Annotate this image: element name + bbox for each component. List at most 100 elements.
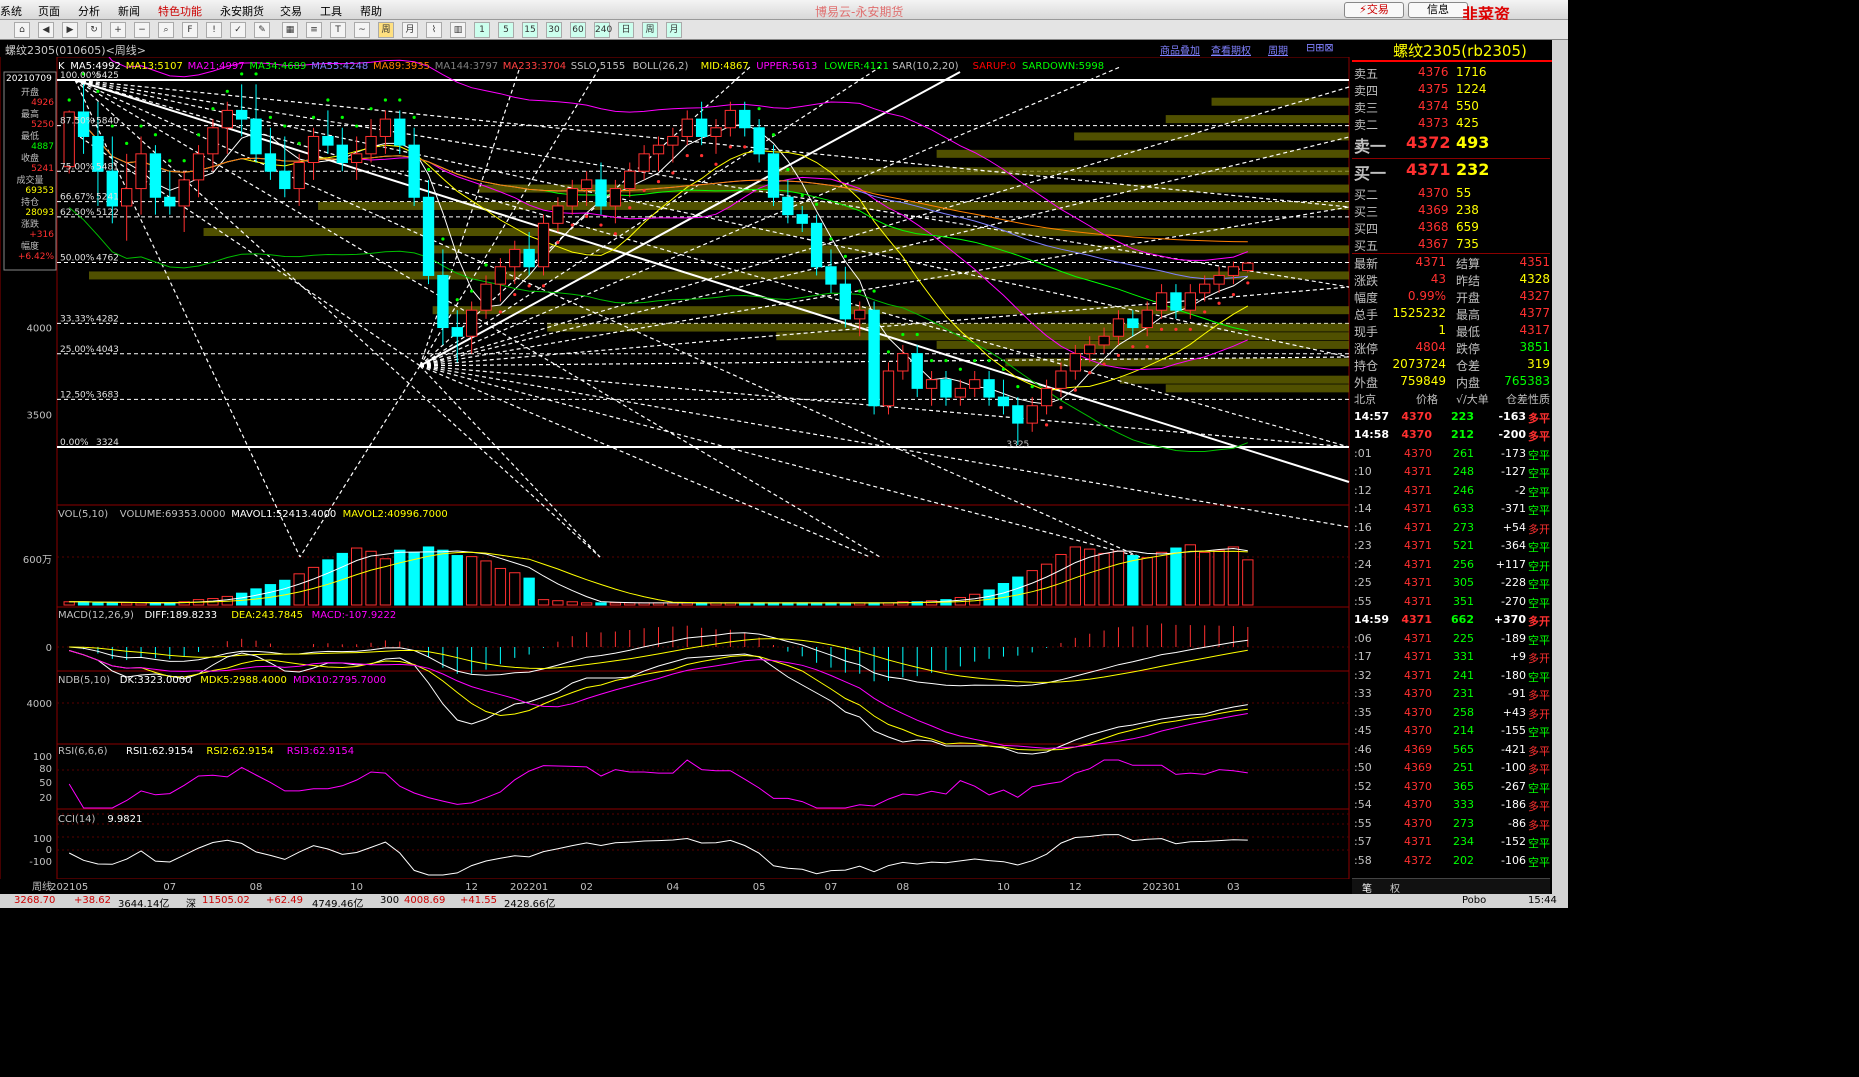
tick-oi-change: -86	[1508, 816, 1526, 830]
minute-icon[interactable]: ~	[354, 22, 370, 38]
trade-button[interactable]: ⚡交易	[1344, 2, 1404, 18]
volume-bar	[1055, 553, 1067, 606]
sar-dot	[843, 254, 847, 258]
cursor-icon[interactable]: ✓	[230, 22, 246, 38]
rsi-header-2: RSI2:62.9154	[206, 746, 273, 757]
ndb-header-1: DK:3323.0000	[120, 675, 192, 686]
tick-icon[interactable]: T	[330, 22, 346, 38]
candle-body	[566, 188, 578, 207]
sar-dot	[67, 98, 71, 102]
stat-label-2: 最高	[1456, 308, 1481, 322]
candle-body	[1213, 274, 1225, 285]
alert-icon[interactable]: !	[206, 22, 222, 38]
sar-dot	[182, 159, 186, 163]
zoom-in-icon[interactable]: +	[110, 22, 126, 38]
ask-price: 4375	[1418, 82, 1449, 96]
sar-dot	[125, 141, 129, 146]
options-link[interactable]: 查看期权	[1211, 42, 1251, 57]
menu-features[interactable]: 特色功能	[158, 3, 202, 19]
volume-profile-band	[1074, 132, 1349, 141]
stat-value: 4371	[1415, 255, 1446, 269]
message-button[interactable]: 信息	[1408, 2, 1468, 18]
period-5-button[interactable]: 5	[498, 22, 514, 38]
tick-row: 14:58 4370 212 -200 多平	[1352, 426, 1550, 445]
period-link[interactable]: 周期	[1268, 42, 1288, 57]
tick-volume: 565	[1453, 742, 1474, 756]
kline-chart[interactable]: K MA5:4992 MA13:5107 MA21:4997 MA34:4689 MA55…	[0, 57, 1350, 894]
tab-weight[interactable]: 权	[1390, 880, 1400, 895]
tick-price: 4370	[1404, 724, 1432, 737]
back-icon[interactable]: ◀	[38, 22, 54, 38]
period-week-icon[interactable]: 周	[378, 22, 394, 38]
rsi-header-1: RSI1:62.9154	[126, 746, 193, 757]
sar-dot	[211, 107, 215, 111]
vertical-scrollbar[interactable]	[1552, 40, 1568, 894]
menu-help[interactable]: 帮助	[360, 3, 382, 19]
indicator-icon[interactable]: ⌇	[426, 22, 442, 38]
volume-bar	[394, 549, 406, 606]
period-day-button[interactable]: 日	[618, 22, 634, 38]
ask-volume: 1716	[1456, 65, 1487, 79]
status-item: +62.49	[266, 895, 304, 906]
tick-volume: 521	[1453, 539, 1474, 552]
period-15-button[interactable]: 15	[522, 22, 538, 38]
candle-body	[1069, 353, 1082, 372]
info-value: 4887	[31, 142, 54, 152]
volume-bar	[1069, 546, 1082, 606]
period-240-button[interactable]: 240	[594, 22, 612, 38]
stat-row: 持仓 2073724 仓差 319	[1352, 356, 1550, 373]
rsi-line	[68, 759, 1248, 809]
refresh-icon[interactable]: ↻	[86, 22, 102, 38]
tick-price: 4369	[1404, 742, 1432, 756]
period-month-button[interactable]: 月	[666, 22, 682, 38]
candle-body	[164, 196, 176, 207]
volume-bar	[1012, 576, 1024, 606]
list-icon[interactable]: ≡	[306, 22, 322, 38]
period-60-button[interactable]: 60	[570, 22, 586, 38]
search-icon[interactable]: ⌕	[158, 22, 174, 38]
window-controls-icon[interactable]: ⊟⊞⊠	[1306, 41, 1334, 54]
menu-news[interactable]: 新闻	[118, 3, 140, 19]
period-week-button[interactable]: 周	[642, 22, 658, 38]
pattern-icon[interactable]: ▥	[450, 22, 466, 38]
fib-val-label: 5481	[96, 162, 119, 172]
home-icon[interactable]: ⌂	[14, 22, 30, 38]
menu-analysis[interactable]: 分析	[78, 3, 100, 19]
tick-time: :12	[1354, 483, 1372, 497]
candle-body	[782, 196, 794, 216]
compare-link[interactable]: 商品叠加	[1160, 42, 1200, 57]
sar-dot	[556, 240, 560, 245]
period-1-button[interactable]: 1	[474, 22, 490, 38]
tick-volume: 351	[1453, 594, 1474, 608]
volume-profile-band	[89, 271, 1349, 280]
menu-trade[interactable]: 交易	[280, 3, 302, 19]
stat-row: 最新 4371 结算 4351	[1352, 254, 1550, 271]
ma-header-10: BOLL(26,2)	[633, 61, 689, 72]
status-item: 3644.14亿	[118, 899, 170, 910]
period-month-icon[interactable]: 月	[402, 22, 418, 38]
candle-body	[825, 266, 837, 285]
tick-row: :14 4371 633 -371 空平	[1352, 500, 1550, 519]
table-icon[interactable]: ▦	[282, 22, 298, 38]
forward-icon[interactable]: ▶	[62, 22, 78, 38]
ma89-line	[68, 111, 1248, 243]
sar-dot	[513, 292, 517, 297]
candle-body	[494, 266, 507, 285]
tab-ticks[interactable]: 笔	[1362, 880, 1372, 895]
sar-dot	[1159, 327, 1164, 331]
ndb-dk-line	[69, 650, 1248, 755]
gann-line	[419, 365, 601, 558]
menu-page[interactable]: 页面	[38, 3, 60, 19]
menu-tools[interactable]: 工具	[320, 3, 342, 19]
menu-yongan[interactable]: 永安期货	[220, 3, 264, 19]
stat-label: 最新	[1354, 257, 1379, 271]
candle-body	[451, 327, 463, 337]
candle-body	[1098, 335, 1110, 346]
bid-volume: 232	[1456, 160, 1490, 179]
tick-oi-change: -173	[1501, 446, 1526, 460]
zoom-out-icon[interactable]: −	[134, 22, 150, 38]
draw-icon[interactable]: ✎	[254, 22, 270, 38]
period-30-button[interactable]: 30	[546, 22, 562, 38]
menu-system[interactable]: 系统	[0, 3, 22, 19]
f10-icon[interactable]: F	[182, 22, 198, 38]
